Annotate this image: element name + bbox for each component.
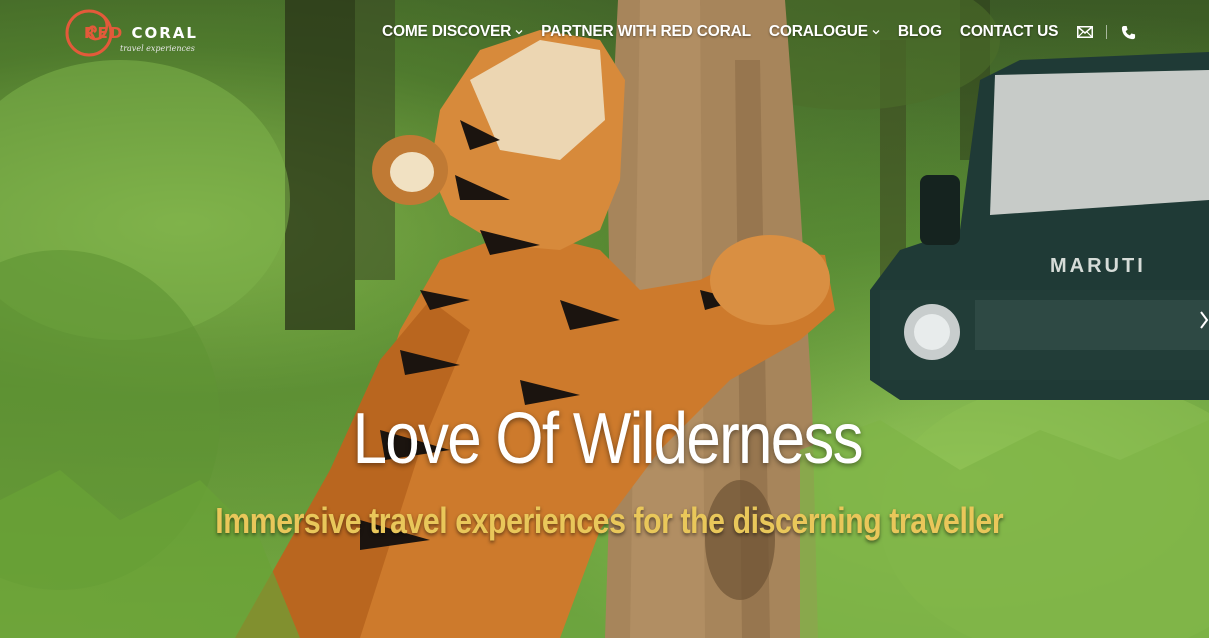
red-coral-logo[interactable]: RED CORAL travel experiences	[62, 4, 196, 60]
hero-headline: Love Of Wilderness	[352, 399, 864, 479]
hero-background-image: MARUTI	[0, 0, 1209, 638]
nav-partner-label: PARTNER WITH RED CORAL	[541, 23, 751, 40]
phone-icon[interactable]	[1119, 23, 1137, 41]
nav-contact-label: CONTACT US	[959, 23, 1059, 40]
main-menu: COME DISCOVER PARTNER WITH RED CORAL COR…	[382, 20, 1137, 44]
chevron-right-icon[interactable]	[1199, 300, 1209, 340]
logo-tagline: travel experiences	[120, 44, 195, 53]
logo-word-red: RED	[84, 24, 125, 42]
main-navbar: RED CORAL travel experiences COME DISCOV…	[0, 0, 1209, 64]
chevron-down-icon	[515, 30, 523, 35]
envelope-icon[interactable]	[1076, 23, 1094, 41]
nav-divider	[1106, 25, 1108, 39]
logo-word-coral: CORAL	[124, 24, 198, 42]
nav-blog[interactable]: BLOG	[898, 23, 942, 41]
hero-banner: MARUTI RED CORAL travel experiences COME…	[0, 0, 1209, 638]
nav-coralogue[interactable]: CORALOGUE	[769, 23, 880, 41]
nav-coralogue-label: CORALOGUE	[768, 23, 868, 40]
chevron-down-icon	[872, 30, 880, 35]
logo-wordmark: RED CORAL	[84, 24, 198, 42]
nav-contact-us[interactable]: CONTACT US	[959, 23, 1059, 41]
nav-blog-label: BLOG	[897, 23, 942, 40]
nav-come-discover[interactable]: COME DISCOVER	[382, 23, 523, 41]
nav-partner-with-red-coral[interactable]: PARTNER WITH RED CORAL	[541, 23, 751, 41]
svg-text:MARUTI: MARUTI	[1050, 255, 1146, 277]
nav-come-discover-label: COME DISCOVER	[382, 23, 512, 40]
hero-subheadline: Immersive travel experiences for the dis…	[215, 500, 1004, 541]
